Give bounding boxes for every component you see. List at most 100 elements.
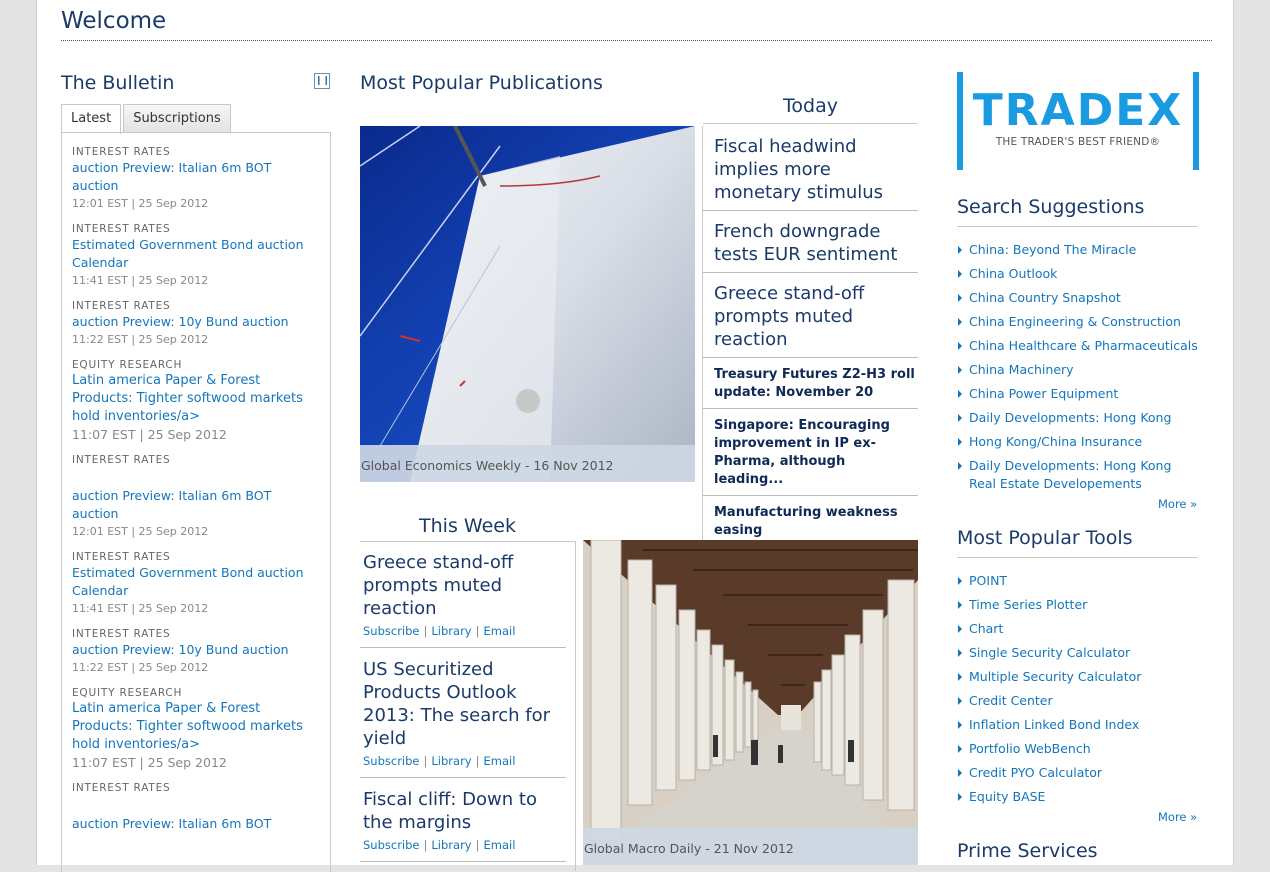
- tool-link[interactable]: Multiple Security Calculator: [957, 668, 1198, 686]
- today-label: Today: [703, 95, 918, 124]
- bulletin-link[interactable]: Latin america Paper & Forest Products: T…: [72, 700, 320, 754]
- today-item[interactable]: Greece stand-off prompts muted reaction: [703, 273, 918, 358]
- today-item[interactable]: French downgrade tests EUR sentiment: [703, 211, 918, 273]
- suggestion-link[interactable]: China Country Snapshot: [957, 289, 1198, 307]
- today-item[interactable]: Singapore: Encouraging improvement in IP…: [703, 409, 918, 496]
- link-separator: |: [475, 624, 480, 638]
- week-item-links: Subscribe | Library | Email: [363, 624, 558, 638]
- tradex-logo[interactable]: TRADEX THE TRADER'S BEST FRIEND®: [957, 72, 1199, 170]
- suggestion-link[interactable]: China Machinery: [957, 361, 1198, 379]
- bulletin-link[interactable]: auction Preview: Italian 6m BOT: [72, 815, 320, 833]
- week-item-links: Subscribe | Library | Email: [363, 838, 558, 852]
- bulletin-time: 11:22 EST | 25 Sep 2012: [72, 661, 209, 674]
- hero-caption[interactable]: Global Macro Daily - 21 Nov 2012: [583, 828, 918, 865]
- prime-services-title: Prime Services: [957, 840, 1098, 862]
- page-title: Welcome: [61, 8, 167, 34]
- link-separator: |: [423, 624, 428, 638]
- subscribe-link[interactable]: Subscribe: [363, 754, 420, 768]
- bulletin-time: 11:07 EST | 25 Sep 2012: [72, 755, 227, 770]
- title-divider: [61, 40, 1212, 41]
- list-item: INTEREST RATES auction Preview: 10y Bund…: [72, 300, 320, 348]
- bulletin-time: 12:01 EST | 25 Sep 2012: [72, 197, 209, 210]
- arrow-right-icon: [958, 366, 962, 374]
- pause-icon[interactable]: ❙❙: [314, 73, 330, 89]
- week-list: Greece stand-off prompts muted reaction …: [360, 541, 576, 871]
- bulletin-link[interactable]: Estimated Government Bond auction Calend…: [72, 564, 320, 600]
- sailboat-image[interactable]: Global Economics Weekly - 16 Nov 2012: [360, 126, 695, 482]
- bulletin-link[interactable]: Estimated Government Bond auction Calend…: [72, 236, 320, 272]
- week-item-title[interactable]: Greece stand-off prompts muted reaction: [363, 551, 558, 620]
- bulletin-link[interactable]: auction Preview: 10y Bund auction: [72, 641, 320, 659]
- bulletin-link[interactable]: auction Preview: 10y Bund auction: [72, 313, 320, 331]
- bulletin-tabs: Latest Subscriptions: [61, 104, 233, 134]
- tool-link[interactable]: Portfolio WebBench: [957, 740, 1198, 758]
- email-link[interactable]: Email: [483, 624, 515, 638]
- tools-list: POINT Time Series Plotter Chart Single S…: [957, 572, 1198, 812]
- week-item-links: Subscribe | Library | Email: [363, 754, 558, 768]
- week-item: US Securitized Products Outlook 2013: Th…: [360, 648, 566, 778]
- subscribe-link[interactable]: Subscribe: [363, 838, 420, 852]
- tool-link[interactable]: Time Series Plotter: [957, 596, 1198, 614]
- bulletin-time: 11:41 EST | 25 Sep 2012: [72, 602, 209, 615]
- week-item-title[interactable]: US Securitized Products Outlook 2013: Th…: [363, 658, 558, 750]
- library-link[interactable]: Library: [431, 754, 471, 768]
- tool-link[interactable]: Equity BASE: [957, 788, 1198, 806]
- bulletin-time: 12:01 EST | 25 Sep 2012: [72, 525, 209, 538]
- email-link[interactable]: Email: [483, 754, 515, 768]
- this-week-label: This Week: [360, 515, 575, 542]
- list-item: INTEREST RATES Estimated Government Bond…: [72, 551, 320, 617]
- arrow-right-icon: [958, 673, 962, 681]
- suggestion-link[interactable]: China Outlook: [957, 265, 1198, 283]
- list-item: EQUITY RESEARCH Latin america Paper & Fo…: [72, 359, 320, 443]
- suggestion-link[interactable]: Hong Kong/China Insurance: [957, 433, 1198, 451]
- bulletin-category: INTEREST RATES: [72, 551, 171, 563]
- list-item: INTEREST RATES auction Preview: 10y Bund…: [72, 628, 320, 676]
- bulletin-link[interactable]: auction Preview: Italian 6m BOT auction: [72, 487, 320, 523]
- bulletin-time: 11:22 EST | 25 Sep 2012: [72, 333, 209, 346]
- tool-link[interactable]: POINT: [957, 572, 1198, 590]
- bulletin-category: INTEREST RATES: [72, 300, 171, 312]
- library-link[interactable]: Library: [431, 838, 471, 852]
- suggestion-link[interactable]: Daily Developments: Hong Kong Real Estat…: [957, 457, 1198, 493]
- arrow-right-icon: [958, 270, 962, 278]
- tools-more-link[interactable]: More »: [1158, 810, 1197, 824]
- arrow-right-icon: [958, 342, 962, 350]
- tab-latest[interactable]: Latest: [61, 104, 122, 134]
- arrow-right-icon: [958, 625, 962, 633]
- arrow-right-icon: [958, 246, 962, 254]
- tool-link[interactable]: Inflation Linked Bond Index: [957, 716, 1198, 734]
- suggestion-link[interactable]: China Engineering & Construction: [957, 313, 1198, 331]
- bulletin-time: 11:07 EST | 25 Sep 2012: [72, 427, 227, 442]
- tab-subscriptions[interactable]: Subscriptions: [123, 104, 231, 133]
- arrow-right-icon: [958, 438, 962, 446]
- hero-caption[interactable]: Global Economics Weekly - 16 Nov 2012: [360, 445, 695, 482]
- suggestion-link[interactable]: China: Beyond The Miracle: [957, 241, 1198, 259]
- colonnade-image[interactable]: Global Macro Daily - 21 Nov 2012: [583, 540, 918, 865]
- tool-link[interactable]: Credit Center: [957, 692, 1198, 710]
- suggestion-link[interactable]: China Healthcare & Pharmaceuticals: [957, 337, 1198, 355]
- suggestion-link[interactable]: China Power Equipment: [957, 385, 1198, 403]
- search-suggestions-list: China: Beyond The Miracle China Outlook …: [957, 241, 1198, 499]
- arrow-right-icon: [958, 462, 962, 470]
- email-link[interactable]: Email: [483, 838, 515, 852]
- week-item-title[interactable]: Fiscal cliff: Down to the margins: [363, 788, 558, 834]
- library-link[interactable]: Library: [431, 624, 471, 638]
- suggestion-link[interactable]: Daily Developments: Hong Kong: [957, 409, 1198, 427]
- bulletin-link[interactable]: Latin america Paper & Forest Products: T…: [72, 372, 320, 426]
- today-item[interactable]: Treasury Futures Z2-H3 roll update: Nove…: [703, 358, 918, 409]
- tool-link[interactable]: Credit PYO Calculator: [957, 764, 1198, 782]
- bulletin-title: The Bulletin: [61, 72, 175, 94]
- bulletin-category: INTEREST RATES: [72, 782, 171, 794]
- today-item[interactable]: Fiscal headwind implies more monetary st…: [703, 126, 918, 211]
- tool-link[interactable]: Chart: [957, 620, 1198, 638]
- bulletin-time: 11:41 EST | 25 Sep 2012: [72, 274, 209, 287]
- page-container: Welcome The Bulletin ❙❙ Latest Subscript…: [36, 0, 1234, 872]
- bulletin-category: INTEREST RATES: [72, 223, 171, 235]
- tool-link[interactable]: Single Security Calculator: [957, 644, 1198, 662]
- arrow-right-icon: [958, 318, 962, 326]
- suggestions-more-link[interactable]: More »: [1158, 497, 1197, 511]
- list-item: INTEREST RATES auction Preview: Italian …: [72, 782, 320, 833]
- sailboat-illustration: [360, 126, 695, 482]
- bulletin-link[interactable]: auction Preview: Italian 6m BOT auction: [72, 159, 320, 195]
- subscribe-link[interactable]: Subscribe: [363, 624, 420, 638]
